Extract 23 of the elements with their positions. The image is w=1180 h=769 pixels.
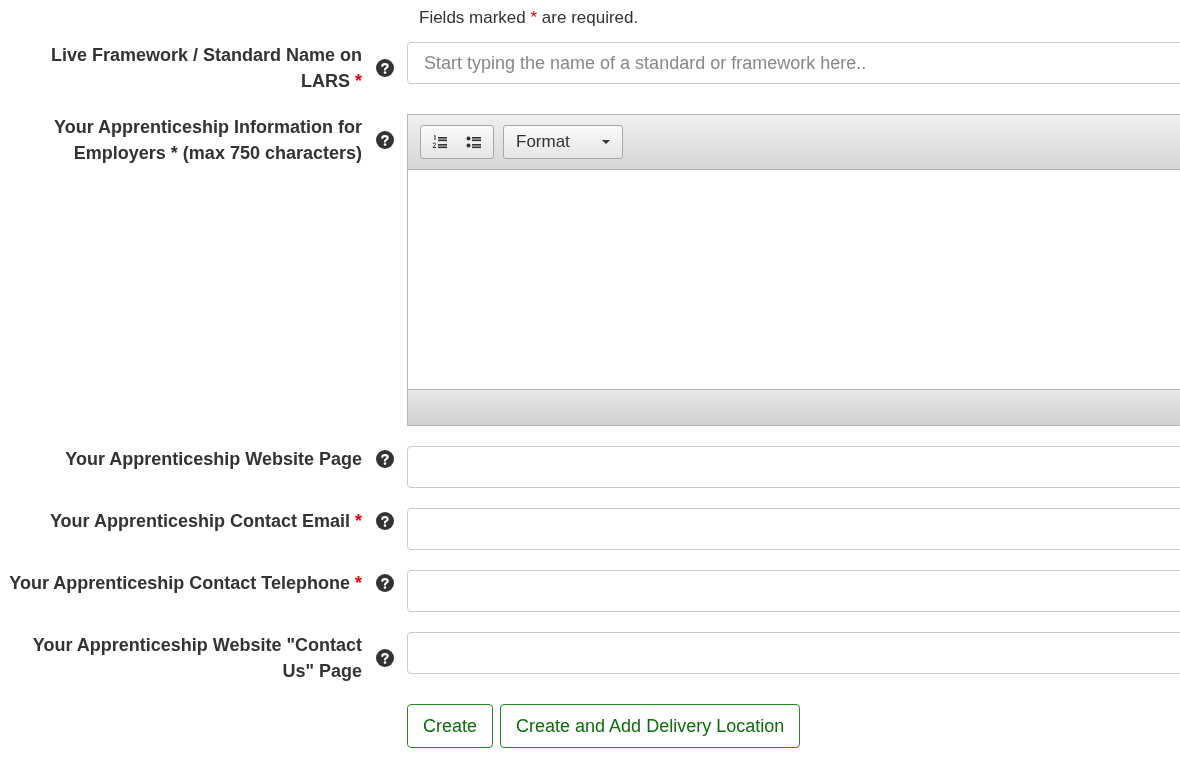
field-label: Your Apprenticeship Information for Employers * (max 750 characters) xyxy=(53,116,362,165)
required-note: Fields marked * are required. xyxy=(419,7,640,29)
help-icon[interactable] xyxy=(375,131,394,149)
caret-icon xyxy=(602,140,610,144)
help-icon[interactable] xyxy=(375,450,394,468)
field-label: Live Framework / Standard Name on LARS * xyxy=(49,44,362,93)
text-field[interactable] xyxy=(407,632,1180,674)
text-field[interactable]: Start typing the name of a standard or framework here.. xyxy=(407,42,1180,84)
text-field[interactable] xyxy=(407,508,1180,550)
help-icon[interactable] xyxy=(375,574,394,592)
text-field[interactable] xyxy=(407,570,1180,612)
field-label: Your Apprenticeship Website "Contact Us" Page xyxy=(31,634,362,683)
field-label: Your Apprenticeship Website Page xyxy=(64,448,362,471)
format-dropdown[interactable]: Format xyxy=(503,125,623,159)
field-label: Your Apprenticeship Contact Telephone * xyxy=(8,572,362,595)
help-icon[interactable] xyxy=(375,649,394,667)
field-label: Your Apprenticeship Contact Email * xyxy=(48,510,362,533)
text-field[interactable] xyxy=(407,446,1180,488)
create-button[interactable]: Create xyxy=(407,704,494,748)
help-icon[interactable] xyxy=(375,59,394,77)
rich-text-editor[interactable]: Format xyxy=(407,114,1180,426)
help-icon[interactable] xyxy=(375,512,394,530)
create-and-add-button[interactable]: Create and Add Delivery Location xyxy=(500,704,801,748)
